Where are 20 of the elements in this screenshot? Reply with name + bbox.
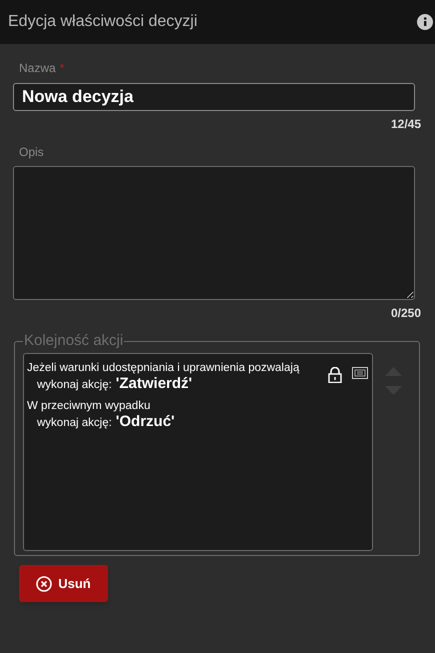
action-prefix: wykonaj akcję: bbox=[37, 378, 112, 392]
action-name: 'Odrzuć' bbox=[116, 414, 175, 428]
delete-button[interactable]: Usuń bbox=[19, 565, 108, 602]
condition-text: Jeżeli warunki udostępniania i uprawnienia pozwalają bbox=[27, 360, 300, 376]
action-name: 'Zatwierdź' bbox=[116, 376, 192, 390]
field-label: Nazwa bbox=[19, 60, 56, 77]
required-mark: * bbox=[60, 60, 64, 77]
action-prefix: wykonaj akcję: bbox=[37, 416, 112, 430]
character-counter: 12/45 bbox=[390, 116, 421, 133]
textarea-field[interactable] bbox=[13, 166, 415, 300]
info-icon[interactable] bbox=[417, 14, 433, 30]
character-counter: 0/250 bbox=[390, 305, 421, 322]
field-label: Opis bbox=[19, 145, 44, 159]
condition-text: W przeciwnym wypadku bbox=[27, 398, 150, 414]
close-icon bbox=[36, 576, 52, 592]
form-icon[interactable] bbox=[352, 366, 368, 378]
panel-legend: Kolejność akcji bbox=[23, 330, 124, 352]
window-title: Edycja właściwości decyzji bbox=[8, 12, 198, 32]
lock-icon[interactable] bbox=[328, 366, 342, 382]
input-field[interactable]: Nowa decyzja bbox=[13, 83, 415, 111]
